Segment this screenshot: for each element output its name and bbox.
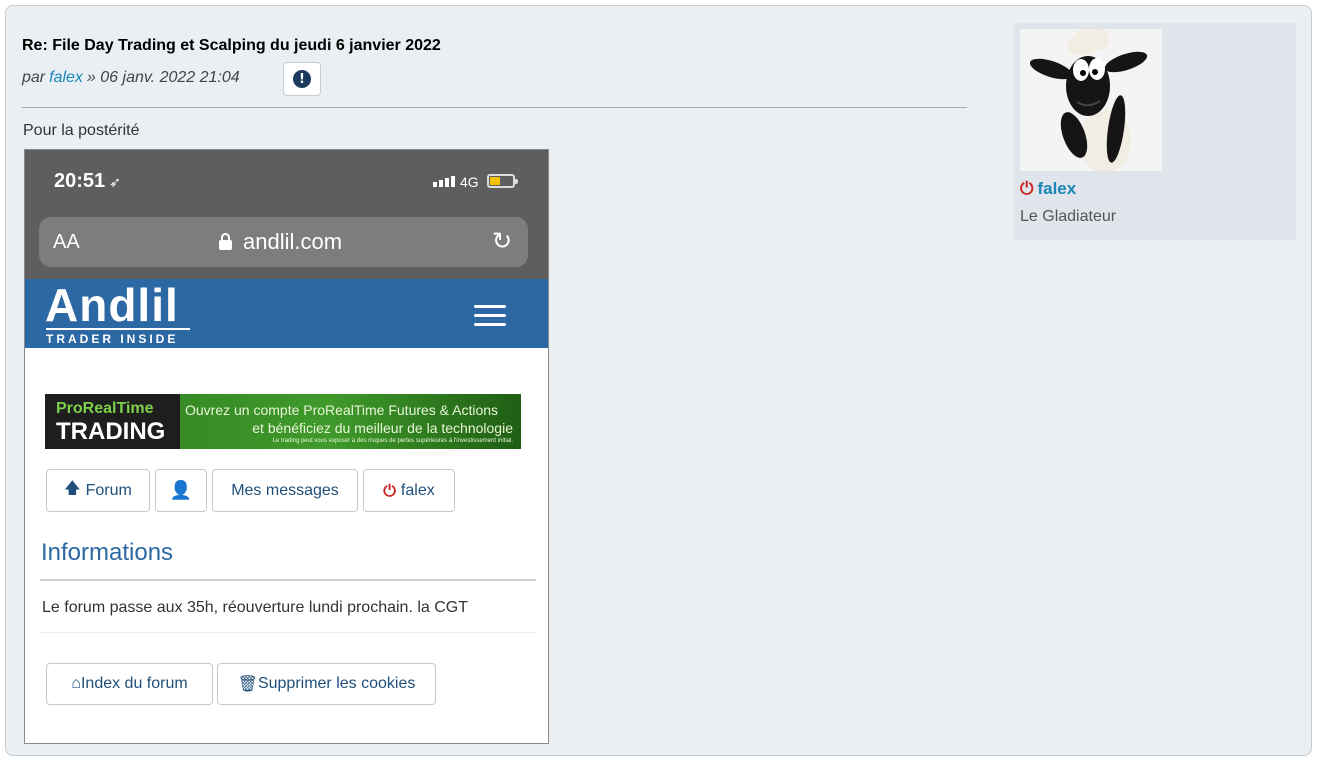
- home-icon: ⌂: [71, 675, 81, 692]
- signal-bars-icon: [433, 176, 455, 187]
- reload-icon: ↻: [492, 227, 513, 255]
- exclamation-circle-icon: !: [293, 70, 311, 88]
- url-text: andlil.com: [243, 229, 343, 254]
- forum-button: 🡅 Forum: [46, 469, 150, 512]
- lock-icon: [219, 233, 232, 250]
- text-size-label: AA: [53, 231, 80, 253]
- poster-profile: ⏻ falex Le Gladiateur: [1014, 23, 1296, 240]
- banner-disclaimer: Le trading peut vous exposer à des risqu…: [272, 438, 513, 444]
- report-button[interactable]: !: [283, 62, 321, 96]
- avatar-image: [1020, 29, 1162, 171]
- arrow-up-icon: 🡅: [64, 478, 81, 497]
- profile-username[interactable]: ⏻ falex: [1020, 179, 1076, 199]
- delete-cookies-button: 🗑 Supprimer les cookies: [217, 663, 436, 705]
- power-icon: ⏻: [383, 480, 396, 500]
- trash-icon: 🗑: [237, 676, 258, 693]
- info-heading: Informations: [41, 539, 174, 566]
- status-time: 20:51 ➶: [54, 170, 121, 192]
- meta-prefix: par: [22, 69, 46, 86]
- post-body-text: Pour la postérité: [23, 122, 140, 139]
- profile-rank: Le Gladiateur: [1020, 208, 1117, 225]
- post-container: Re: File Day Trading et Scalping du jeud…: [5, 5, 1312, 756]
- user-icon-button: 👤: [155, 469, 207, 512]
- user-button: ⏻ falex: [363, 469, 455, 512]
- network-label: 4G: [460, 174, 479, 190]
- battery-icon: [487, 174, 518, 188]
- post-meta: par falex » 06 janv. 2022 21:04: [22, 69, 240, 87]
- post-author-link[interactable]: falex: [49, 69, 83, 87]
- location-arrow-icon: ➶: [109, 174, 121, 190]
- post-title[interactable]: Re: File Day Trading et Scalping du jeud…: [22, 37, 441, 55]
- browser-url-bar: AA andlil.com ↻: [39, 217, 528, 267]
- logo-underline: [46, 328, 190, 330]
- banner-line-2: et bénéficiez du meilleur de la technolo…: [252, 420, 513, 436]
- forum-index-button: ⌂ Index du forum: [46, 663, 213, 705]
- messages-button: Mes messages: [212, 469, 358, 512]
- site-logo-tagline: TRADER INSIDE: [46, 332, 179, 346]
- attached-screenshot[interactable]: 20:51 ➶ 4G AA andlil.com ↻ Andlil TRADER …: [24, 149, 549, 744]
- info-text: Le forum passe aux 35h, réouverture lund…: [42, 599, 469, 616]
- post-date: » 06 janv. 2022 21:04: [86, 69, 240, 86]
- info-divider: [40, 579, 536, 581]
- sheep-avatar[interactable]: [1020, 29, 1162, 171]
- divider: [22, 107, 967, 108]
- phone-status-bar: 20:51 ➶ 4G AA andlil.com ↻: [25, 150, 548, 279]
- banner-line-1: Ouvrez un compte ProRealTime Futures & A…: [185, 402, 499, 418]
- user-icon: 👤: [169, 480, 193, 501]
- site-logo: Andlil: [45, 279, 179, 331]
- banner-brand: ProRealTime TRADING: [45, 394, 180, 449]
- hamburger-menu-icon: [474, 305, 506, 332]
- power-icon: ⏻: [1020, 179, 1034, 199]
- info-divider-bottom: [40, 632, 536, 633]
- ad-banner: ProRealTime TRADING Ouvrez un compte Pro…: [45, 394, 521, 449]
